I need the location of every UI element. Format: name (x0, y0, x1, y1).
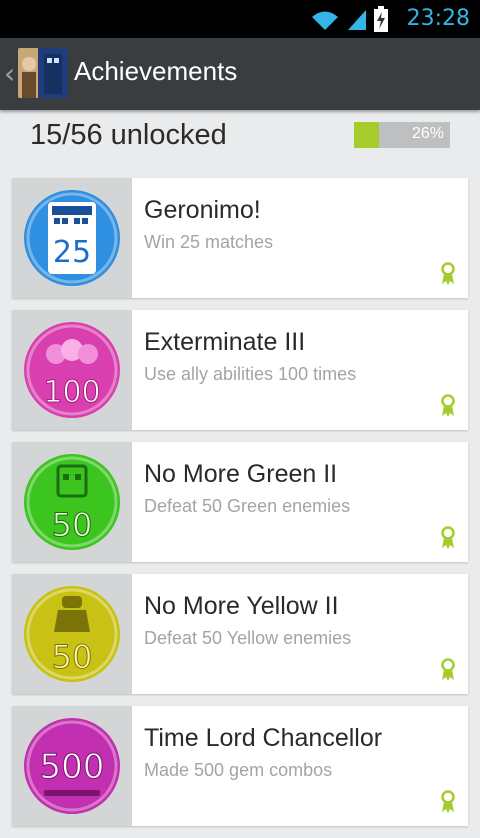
achievement-card[interactable]: 100 Exterminate III Use ally abilities 1… (12, 310, 468, 430)
back-chevron-icon[interactable]: ‹ (4, 60, 18, 88)
achievement-description: Win 25 matches (144, 232, 274, 252)
battery-charging-icon (374, 6, 388, 32)
award-ribbon-icon (441, 658, 455, 681)
achievement-description: Defeat 50 Green enemies (144, 496, 351, 516)
badge-number: 25 (53, 235, 91, 270)
signal-icon (348, 10, 366, 30)
action-bar: ‹ Achievements (0, 38, 480, 110)
status-icons (310, 6, 388, 32)
progress-fill (354, 122, 379, 148)
achievement-description: Use ally abilities 100 times (144, 364, 357, 384)
achievement-description: Defeat 50 Yellow enemies (144, 628, 352, 648)
page-title: Achievements (74, 56, 238, 86)
achievement-card[interactable]: 50 No More Yellow II Defeat 50 Yellow en… (12, 574, 468, 694)
achievement-title: Exterminate III (144, 328, 306, 356)
progress-bar: 26% (354, 122, 450, 148)
achievement-list: 25 Geronimo! Win 25 matches 100 Extermin… (12, 178, 468, 838)
badge-area: 500 (12, 706, 132, 826)
app-icon[interactable] (18, 48, 68, 98)
progress-percent: 26% (411, 125, 444, 142)
award-ribbon-icon (441, 394, 455, 417)
achievement-title: Geronimo! (144, 196, 261, 224)
achievement-card[interactable]: 25 Geronimo! Win 25 matches (12, 178, 468, 298)
badge-area: 100 (12, 310, 132, 430)
screwdriver-icon: 500 (24, 718, 120, 814)
badge-number: 50 (52, 638, 93, 676)
achievement-card[interactable]: 500 Time Lord Chancellor Made 500 gem co… (12, 706, 468, 826)
achievement-title: No More Yellow II (144, 592, 339, 620)
badge-area: 50 (12, 574, 132, 694)
wifi-icon (312, 11, 338, 30)
badge-area: 25 (12, 178, 132, 298)
award-ribbon-icon (441, 790, 455, 813)
badge-number: 100 (43, 375, 100, 410)
cyberman-icon: 50 (24, 454, 120, 550)
dalek-icon: 50 (24, 586, 120, 682)
unlocked-count: 15/56 unlocked (30, 119, 227, 151)
badge-number: 50 (52, 506, 93, 544)
award-ribbon-icon (441, 526, 455, 549)
award-ribbon-icon (441, 262, 455, 285)
status-bar: 23:28 (0, 0, 480, 38)
badge-area: 50 (12, 442, 132, 562)
achievement-title: Time Lord Chancellor (144, 724, 383, 752)
tardis-icon: 25 (24, 190, 120, 286)
allies-icon: 100 (24, 322, 120, 418)
status-time: 23:28 (406, 6, 470, 31)
achievement-card[interactable]: 50 No More Green II Defeat 50 Green enem… (12, 442, 468, 562)
achievement-description: Made 500 gem combos (144, 760, 333, 780)
badge-number: 500 (40, 747, 105, 787)
progress-summary: 15/56 unlocked 26% (0, 110, 480, 166)
achievement-title: No More Green II (144, 460, 338, 488)
